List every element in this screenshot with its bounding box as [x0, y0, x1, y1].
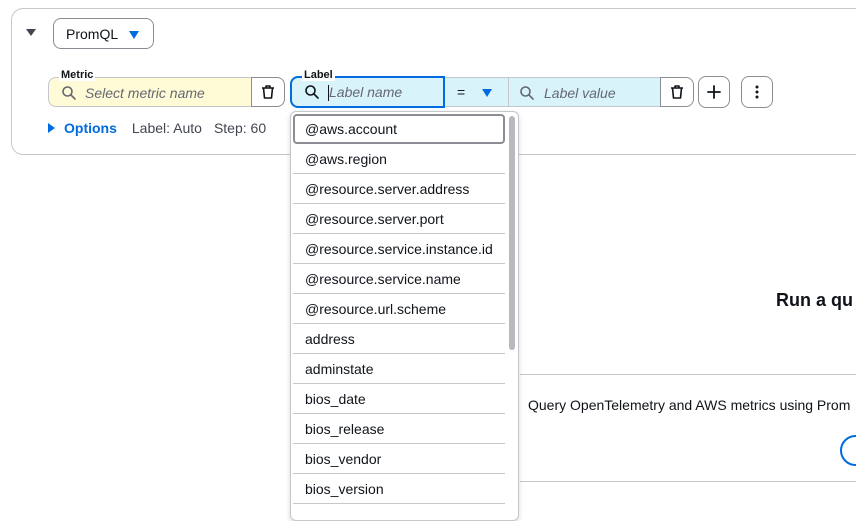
empty-state-title: Run a qu	[776, 290, 853, 310]
expand-caret-icon[interactable]	[48, 123, 55, 133]
dropdown-option[interactable]: @aws.account	[293, 114, 505, 144]
more-actions-button[interactable]	[741, 76, 773, 108]
trash-icon	[671, 85, 683, 99]
dropdown-option[interactable]: adminstate	[293, 354, 505, 384]
plus-icon	[707, 85, 721, 99]
search-icon	[62, 86, 76, 100]
dropdown-option[interactable]: @resource.service.name	[293, 264, 505, 294]
dropdown-option[interactable]: bios_release	[293, 414, 505, 444]
metric-placeholder: Select metric name	[85, 85, 205, 101]
divider	[520, 481, 856, 482]
dropdown-option[interactable]: @resource.server.port	[293, 204, 505, 234]
dropdown-scrollbar[interactable]	[507, 114, 517, 518]
dropdown-option[interactable]: bios_vendor	[293, 444, 505, 474]
query-language-select[interactable]: PromQL	[53, 18, 154, 49]
label-value-placeholder: Label value	[544, 85, 616, 101]
dropdown-option[interactable]: @resource.url.scheme	[293, 294, 505, 324]
options-toggle[interactable]: Options	[64, 120, 117, 136]
run-query-button[interactable]	[840, 435, 856, 466]
operator-value: =	[457, 84, 466, 100]
search-icon	[520, 86, 534, 100]
dropdown-caret-icon	[482, 89, 492, 97]
search-icon	[305, 85, 319, 99]
trash-icon	[262, 85, 274, 99]
label-name-placeholder: Label name	[329, 84, 403, 100]
label-field-label: Label	[302, 69, 335, 81]
add-label-button[interactable]	[698, 76, 730, 108]
dropdown-option[interactable]: @resource.server.address	[293, 174, 505, 204]
step-setting: Step: 60	[213, 120, 267, 136]
label-value-input[interactable]: Label value	[508, 77, 660, 107]
query-language-label: PromQL	[66, 25, 119, 42]
empty-state-description: Query OpenTelemetry and AWS metrics usin…	[528, 397, 851, 413]
delete-metric-button[interactable]	[251, 77, 285, 107]
options-row: Options Label: Auto Step: 60	[48, 120, 278, 136]
dropdown-option[interactable]: @aws.region	[293, 144, 505, 174]
dropdown-option[interactable]: bios_version	[293, 474, 505, 504]
label-name-dropdown: bios_version bios_vendor bios_release bios_…	[290, 111, 519, 521]
label-operator-select[interactable]: =	[445, 77, 508, 107]
vertical-ellipsis-icon	[755, 85, 759, 99]
dropdown-option[interactable]: address	[293, 324, 505, 354]
metric-field-label: Metric	[59, 69, 96, 81]
scrollbar-thumb[interactable]	[509, 116, 515, 350]
dropdown-option[interactable]: bios_date	[293, 384, 505, 414]
delete-label-button[interactable]	[660, 77, 694, 107]
dropdown-caret-icon	[129, 31, 139, 39]
collapse-caret-icon[interactable]	[26, 29, 36, 36]
divider	[520, 374, 856, 375]
label-setting: Label: Auto	[131, 120, 202, 136]
dropdown-option[interactable]: @resource.service.instance.id	[293, 234, 505, 264]
metric-name-input[interactable]: Select metric name	[48, 77, 251, 107]
